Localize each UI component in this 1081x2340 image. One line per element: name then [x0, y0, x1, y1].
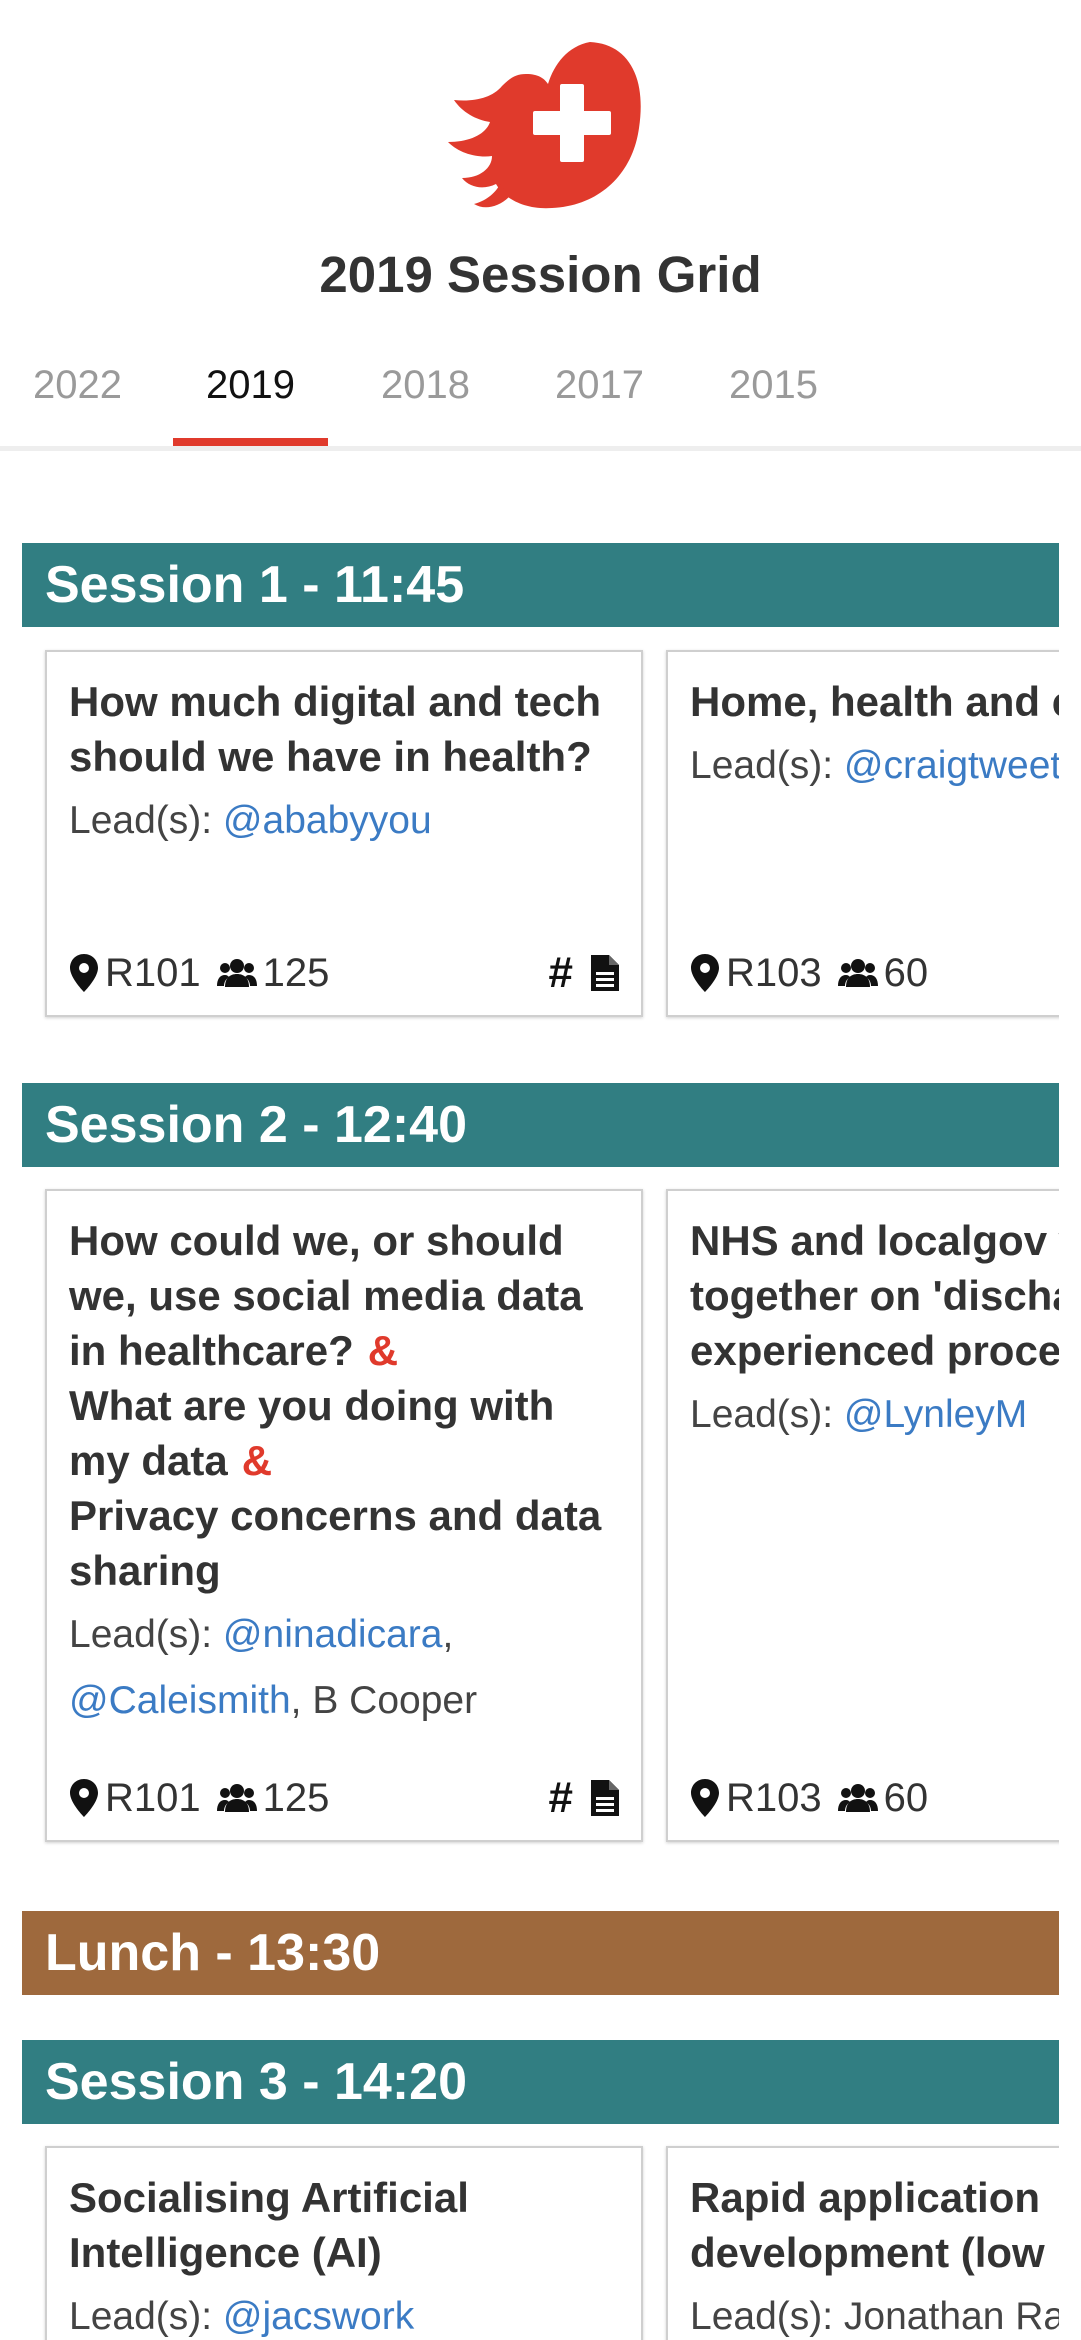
session-header: Session 3 - 14:20	[22, 2040, 1059, 2124]
session-card[interactable]: How could we, or should we, use social m…	[45, 1189, 643, 1842]
users-icon	[216, 959, 257, 987]
capacity-label: 125	[262, 950, 330, 995]
leads-label: Lead(s):	[69, 799, 213, 842]
session-card[interactable]: How much digital and tech should we have…	[45, 650, 643, 1017]
lead-link[interactable]: @LynleyM	[844, 1393, 1027, 1436]
card-title: Rapid application development (low	[690, 2174, 1045, 2276]
session-header: Session 1 - 11:45	[22, 543, 1059, 627]
session-header: Session 2 - 12:40	[22, 1083, 1059, 1167]
card-title: NHS and localgov working together on 'di…	[690, 1217, 1059, 1374]
session-card[interactable]: Socialising Artificial Intelligence (AI)…	[45, 2146, 643, 2340]
document-icon[interactable]	[591, 1780, 619, 1816]
card-leads: Lead(s): @LynleyM	[690, 1382, 1059, 1448]
lead-link[interactable]: @Caleismith	[69, 1679, 291, 1722]
lead-name: B Cooper	[312, 1679, 478, 1722]
card-leads: Lead(s): @ababyyou	[69, 788, 619, 854]
card-title: How could we, or should we, use social m…	[69, 1213, 619, 1378]
location-pin-icon	[691, 1779, 719, 1817]
lead-link[interactable]: @jacswork	[223, 2295, 414, 2338]
hashtag-icon[interactable]: #	[549, 1776, 573, 1820]
session-grid: Session 1 - 11:45 How much digital and t…	[0, 0, 1059, 2340]
capacity-label: 60	[883, 950, 929, 995]
hashtag-icon[interactable]: #	[549, 951, 573, 995]
card-leads: Lead(s): Jonathan Ra	[690, 2284, 1059, 2340]
session-card[interactable]: Home, health and care Lead(s): @craigtwe…	[666, 650, 1059, 1017]
room-label: R103	[726, 950, 822, 995]
session-card[interactable]: Rapid application development (low Lead(…	[666, 2146, 1059, 2340]
room-label: R101	[105, 1775, 201, 1820]
card-leads: Lead(s): @craigtweet	[690, 733, 1059, 799]
card-meta: R101 125 #	[69, 1770, 619, 1826]
lead-link[interactable]: @ninadicara	[223, 1613, 443, 1656]
location-pin-icon	[691, 954, 719, 992]
lead-link[interactable]: @craigtweet	[844, 744, 1059, 787]
ampersand-separator: &	[241, 1437, 273, 1484]
location-pin-icon	[70, 954, 98, 992]
leads-label: Lead(s):	[69, 1613, 213, 1656]
card-title: How much digital and tech should we have…	[69, 678, 602, 780]
card-title: What are you doing with my data &	[69, 1378, 619, 1488]
card-title-part: How could we, or should we, use social m…	[69, 1217, 583, 1374]
location-pin-icon	[70, 1779, 98, 1817]
card-meta: R101 125 #	[69, 945, 619, 1001]
room-label: R103	[726, 1775, 822, 1820]
room-label: R101	[105, 950, 201, 995]
leads-label: Lead(s):	[690, 2295, 834, 2338]
leads-label: Lead(s):	[690, 1393, 834, 1436]
card-meta: R103 60	[690, 945, 1059, 1001]
capacity-label: 60	[883, 1775, 929, 1820]
card-title: Home, health and care	[690, 678, 1059, 725]
card-leads: Lead(s): @jacswork	[69, 2284, 619, 2340]
card-leads: Lead(s): @ninadicara, @Caleismith, B Coo…	[69, 1613, 478, 1722]
users-icon	[837, 959, 878, 987]
card-title-part: What are you doing with my data	[69, 1382, 555, 1484]
capacity-label: 125	[262, 1775, 330, 1820]
ampersand-separator: &	[367, 1327, 399, 1374]
leads-label: Lead(s):	[690, 744, 834, 787]
card-title: Socialising Artificial Intelligence (AI)	[69, 2174, 469, 2276]
lead-link[interactable]: @ababyyou	[223, 799, 432, 842]
session-card[interactable]: NHS and localgov working together on 'di…	[666, 1189, 1059, 1842]
lead-name: Jonathan Ra	[843, 2295, 1059, 2338]
card-title: Privacy concerns and data sharing	[69, 1492, 602, 1594]
leads-label: Lead(s):	[69, 2295, 213, 2338]
lunch-header: Lunch - 13:30	[22, 1911, 1059, 1995]
users-icon	[837, 1784, 878, 1812]
card-meta: R103 60	[690, 1770, 1059, 1826]
document-icon[interactable]	[591, 955, 619, 991]
users-icon	[216, 1784, 257, 1812]
